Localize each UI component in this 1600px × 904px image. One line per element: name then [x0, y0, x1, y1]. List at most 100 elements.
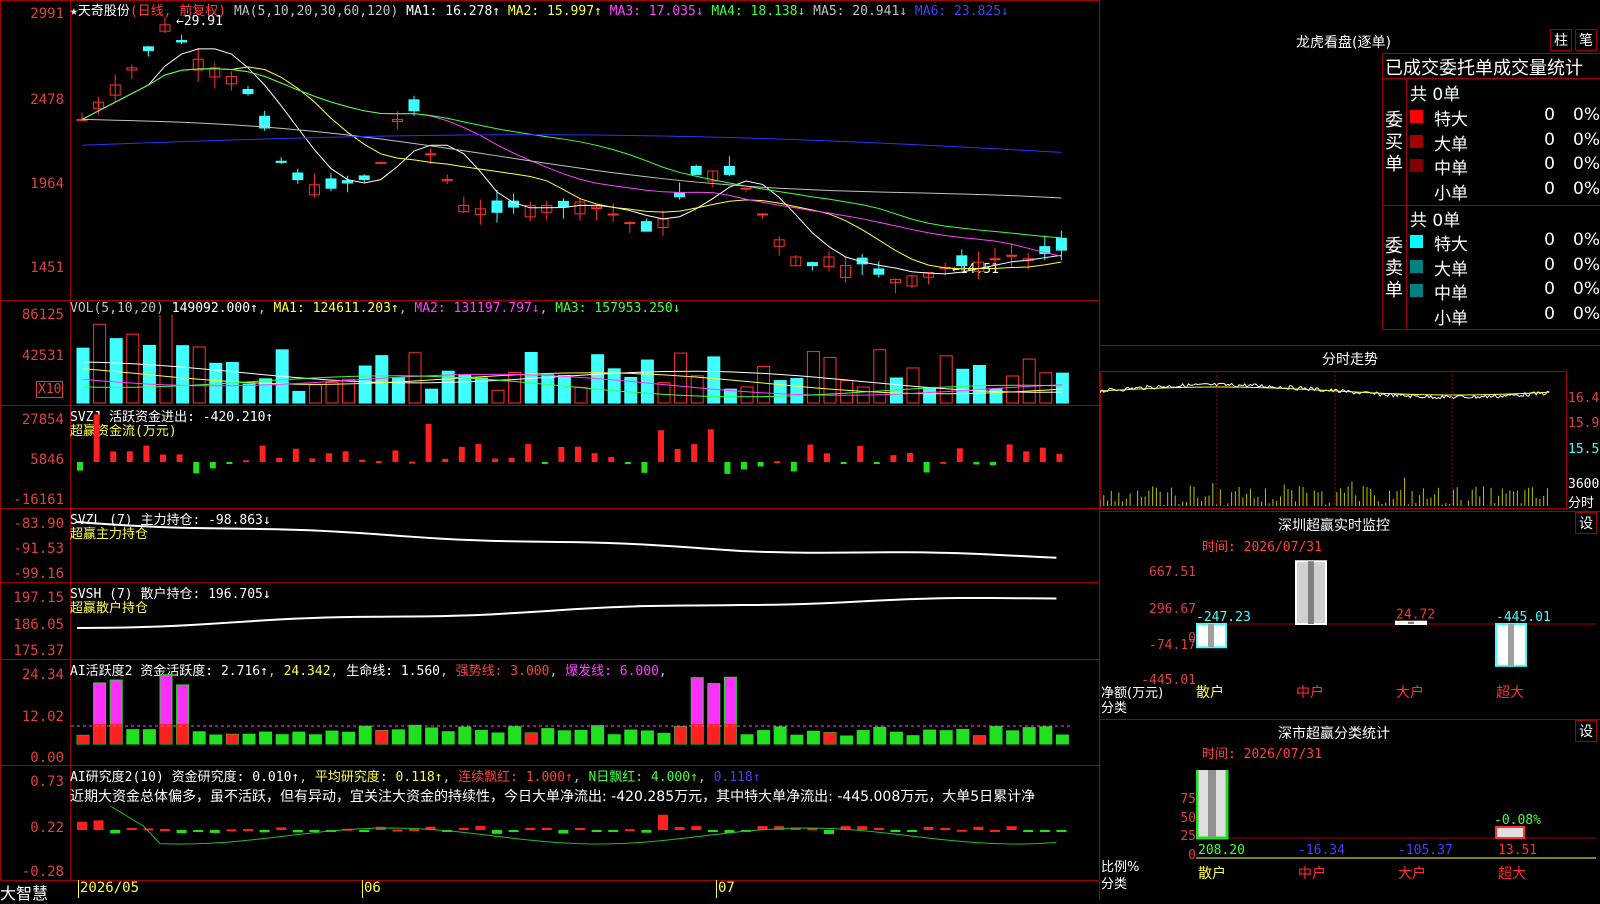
price-candle: [358, 175, 370, 181]
sz-classify-settings-button[interactable]: 设: [1575, 720, 1597, 742]
price-candle: [557, 200, 569, 208]
intraday-label: 15.55: [1568, 442, 1600, 457]
sz-classify-chart[interactable]: -0.08% 208.20 散户 -16.34 中户 -105.37 大户 13.51 超大: [1196, 770, 1600, 900]
flow-bar: [409, 461, 415, 464]
sz-classify-y-label: 75: [1180, 792, 1196, 807]
volume-bar: [1006, 375, 1020, 404]
category-label: 超大: [1496, 685, 1524, 701]
research-bar: [126, 827, 137, 830]
flow-bar: [624, 462, 631, 465]
research-bar: [824, 830, 834, 834]
order-count: 0: [1544, 105, 1555, 125]
category-bar: [1495, 826, 1525, 839]
flow-bar: [425, 423, 432, 462]
intraday-chart[interactable]: [1100, 371, 1567, 509]
price-candle: [491, 200, 503, 213]
flow-bar: [259, 445, 266, 462]
volume-bar: [408, 352, 422, 404]
volume-bar: [508, 371, 522, 404]
volume-bar: [159, 315, 173, 404]
bar-value-label: -445.01: [1496, 610, 1551, 625]
price-y-label: 2478: [30, 92, 64, 108]
research-bar: [608, 830, 619, 832]
legend-swatch: [1410, 110, 1423, 123]
bar-view-button[interactable]: 柱: [1550, 29, 1572, 51]
research-bar: [890, 830, 901, 832]
tick-view-button[interactable]: 笔: [1575, 29, 1597, 51]
flow-bar: [873, 462, 880, 464]
research-bar: [292, 830, 303, 833]
volume-bar: [425, 388, 439, 404]
price-candle: [325, 178, 337, 189]
legend-swatch: [1410, 159, 1423, 172]
volume-chart[interactable]: [71, 315, 1099, 405]
active-bar: [790, 734, 804, 745]
volume-bar: [757, 366, 771, 404]
bar-value-label: -16.34: [1298, 843, 1345, 858]
category-label: 中户: [1298, 865, 1326, 882]
research-bar: [624, 829, 635, 832]
legend-swatch: [1410, 259, 1423, 273]
active-bar: [906, 735, 920, 745]
research-bar: [973, 826, 984, 830]
flow-bar: [658, 430, 664, 462]
flow-bar: [724, 462, 731, 474]
research-bar: [525, 827, 536, 830]
active-bar-base: [375, 730, 388, 744]
active-bar: [425, 727, 439, 745]
research-bar: [1039, 830, 1050, 832]
flow-bar: [857, 445, 864, 462]
active-bar: [856, 730, 870, 745]
volume-bar: [458, 374, 472, 404]
ai-active-chart[interactable]: [71, 674, 1099, 765]
research-bar: [492, 830, 502, 834]
svzj-y-label: -16161: [13, 492, 64, 508]
research-bar: [160, 829, 170, 832]
intraday-label: 15.97: [1568, 416, 1600, 431]
price-candle: [624, 222, 636, 225]
volume-bar: [308, 384, 322, 404]
active-bar: [142, 729, 156, 745]
svzj-chart[interactable]: [71, 410, 1099, 508]
dragon-divider: [1382, 78, 1600, 79]
research-bar: [209, 830, 220, 833]
price-candle: [806, 262, 818, 267]
vol-y-label: 42531: [21, 348, 64, 364]
active-bar: [923, 729, 937, 745]
flow-bar: [93, 414, 100, 462]
x-axis-label: 07: [718, 880, 735, 896]
research-bar: [359, 830, 370, 832]
legend-swatch: [1410, 308, 1423, 322]
flow-bar: [575, 446, 581, 462]
active-bar: [192, 731, 206, 745]
order-size-label: 小单: [1434, 308, 1468, 329]
research-bar: [707, 830, 718, 832]
order-pct: 0%: [1573, 279, 1600, 299]
sz-monitor-chart[interactable]: -247.23 散户 667.51 中户 24.72 大户 -445.01 超大: [1196, 560, 1600, 720]
price-chart[interactable]: [71, 14, 1099, 300]
flow-bar: [160, 454, 166, 462]
order-size-label: 中单: [1434, 284, 1468, 304]
flow-bar: [492, 458, 498, 462]
category-label: 超大: [1498, 866, 1526, 882]
active-bar-base: [110, 724, 123, 744]
category-label: 中户: [1296, 684, 1324, 701]
intraday-label: 分时: [1568, 496, 1595, 511]
active-bar-base: [824, 732, 836, 744]
order-size-label: 特大: [1434, 110, 1468, 130]
flow-bar: [176, 454, 183, 462]
volume-bar: [358, 365, 372, 404]
brand-label: 大智慧: [0, 884, 49, 903]
order-count: 0: [1544, 178, 1555, 199]
price-candle: [275, 160, 287, 163]
ai-research-title: AI研究度2(10) 资金研究度: 0.010↑: [70, 770, 300, 785]
active-bar: [740, 734, 754, 745]
order-count: 0: [1544, 154, 1555, 174]
x-axis-label: 06: [364, 880, 381, 896]
vol-ma3: MA3: 157953.250↓: [555, 301, 681, 316]
svzl-chart[interactable]: [71, 510, 1099, 582]
price-candle: [640, 221, 652, 232]
svsh-chart[interactable]: [71, 584, 1099, 659]
ai-research-chart[interactable]: [71, 806, 1099, 880]
sz-monitor-settings-button[interactable]: 设: [1575, 512, 1597, 534]
